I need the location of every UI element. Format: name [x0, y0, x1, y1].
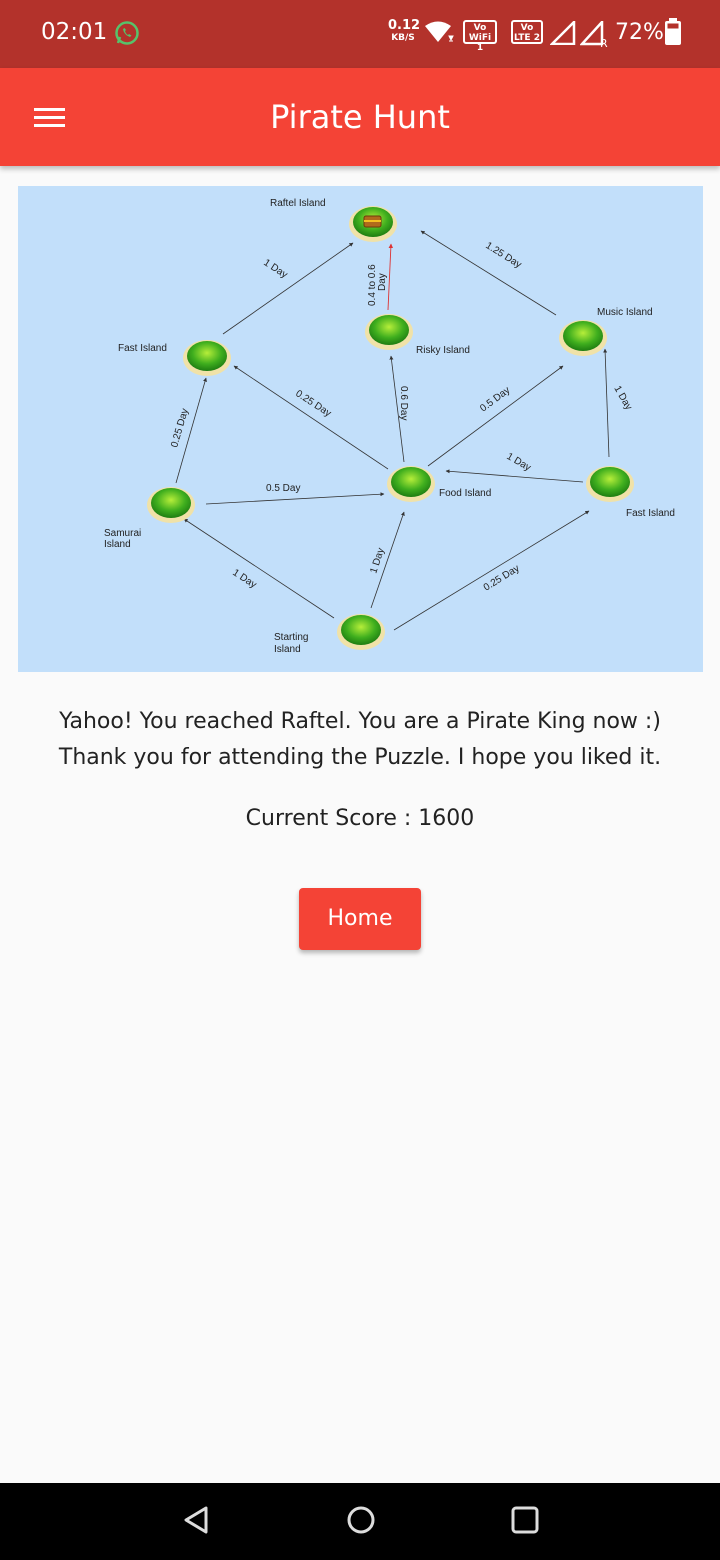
app-bar: Pirate Hunt — [0, 68, 720, 166]
volte-badge: Vo LTE 2 — [511, 20, 543, 44]
network-speed-unit: KB/S — [391, 33, 415, 43]
label-fast-island-left: Fast Island — [118, 343, 167, 354]
route-label-food-risky: 0.6 Day — [398, 386, 409, 420]
route-label-food-music: 0.5 Day — [478, 385, 512, 415]
label-samurai-island-2: Island — [104, 539, 131, 550]
label-music-island: Music Island — [597, 307, 653, 318]
label-food-island: Food Island — [439, 488, 491, 499]
island-fast-right — [586, 466, 634, 502]
recents-icon[interactable] — [510, 1505, 540, 1540]
route-label-fast-raftel: 1 Day — [261, 257, 289, 280]
battery-percent: 72% — [615, 20, 664, 45]
route-label-music-raftel: 1.25 Day — [483, 240, 523, 271]
network-speed: 0.12 KB/S — [388, 18, 421, 44]
label-raftel-island: Raftel Island — [270, 198, 326, 209]
island-map-graphic: Raftel Island Risky Island Music Island … — [104, 198, 675, 655]
whatsapp-icon — [114, 20, 140, 51]
signal-icon — [548, 18, 576, 50]
route-label-risky-raftel-2: Day — [377, 273, 388, 291]
route-start-samurai — [183, 518, 335, 619]
island-risky — [365, 314, 413, 350]
island-food — [387, 466, 435, 502]
route-label-samurai-food: 0.5 Day — [266, 483, 300, 494]
page-title: Pirate Hunt — [270, 98, 450, 136]
island-starting — [337, 614, 385, 650]
system-nav-bar — [0, 1483, 720, 1560]
route-food-fast — [233, 365, 389, 470]
roaming-label: R — [600, 37, 608, 47]
message-line-1: Yahoo! You reached Raftel. You are a Pir… — [59, 709, 661, 734]
completion-message: Yahoo! You reached Raftel. You are a Pir… — [0, 704, 720, 776]
label-starting-island-1: Starting — [274, 632, 308, 643]
route-label-fast-food: 1 Day — [505, 451, 533, 474]
route-start-fast — [393, 510, 590, 631]
network-speed-value: 0.12 — [388, 18, 421, 33]
status-bar: 02:01 0.12 KB/S Vo WiFi 1 Vo LTE 2 R 72% — [0, 0, 720, 68]
label-fast-island-right: Fast Island — [626, 508, 675, 519]
route-label-start-samurai: 1 Day — [230, 567, 258, 590]
route-risky-raftel — [387, 243, 394, 311]
wifi-icon — [424, 20, 454, 49]
vowifi-line2: WiFi 1 — [468, 33, 492, 53]
island-map: Raftel Island Risky Island Music Island … — [18, 186, 703, 672]
back-icon[interactable] — [182, 1505, 212, 1540]
island-fast-left — [183, 340, 231, 376]
route-fast-music — [603, 348, 610, 458]
battery-icon — [664, 18, 682, 51]
route-label-fast-music: 1 Day — [611, 384, 634, 412]
label-risky-island: Risky Island — [416, 345, 470, 356]
volte-line2: LTE 2 — [514, 33, 540, 43]
volte-line1: Vo — [520, 23, 534, 33]
route-label-start-fast: 0.25 Day — [482, 563, 522, 594]
route-fast-raftel — [222, 242, 354, 335]
route-samurai-food — [205, 492, 385, 505]
label-samurai-island-1: Samurai — [104, 528, 141, 539]
island-samurai — [147, 487, 195, 523]
home-circle-icon[interactable] — [346, 1505, 376, 1540]
label-starting-island-2: Island — [274, 644, 301, 655]
route-label-food-fast: 0.25 Day — [293, 388, 333, 419]
route-fast-food — [445, 469, 584, 483]
home-button[interactable]: Home — [299, 888, 421, 950]
route-food-music — [427, 365, 564, 467]
message-line-2: Thank you for attending the Puzzle. I ho… — [58, 745, 662, 770]
island-raftel — [349, 206, 397, 242]
vowifi-badge: Vo WiFi 1 — [463, 20, 497, 53]
island-music — [559, 320, 607, 356]
signal-roaming-icon: R — [579, 18, 610, 52]
status-time: 02:01 — [41, 19, 108, 45]
current-score: Current Score : 1600 — [245, 806, 475, 831]
vowifi-line1: Vo — [473, 23, 487, 33]
